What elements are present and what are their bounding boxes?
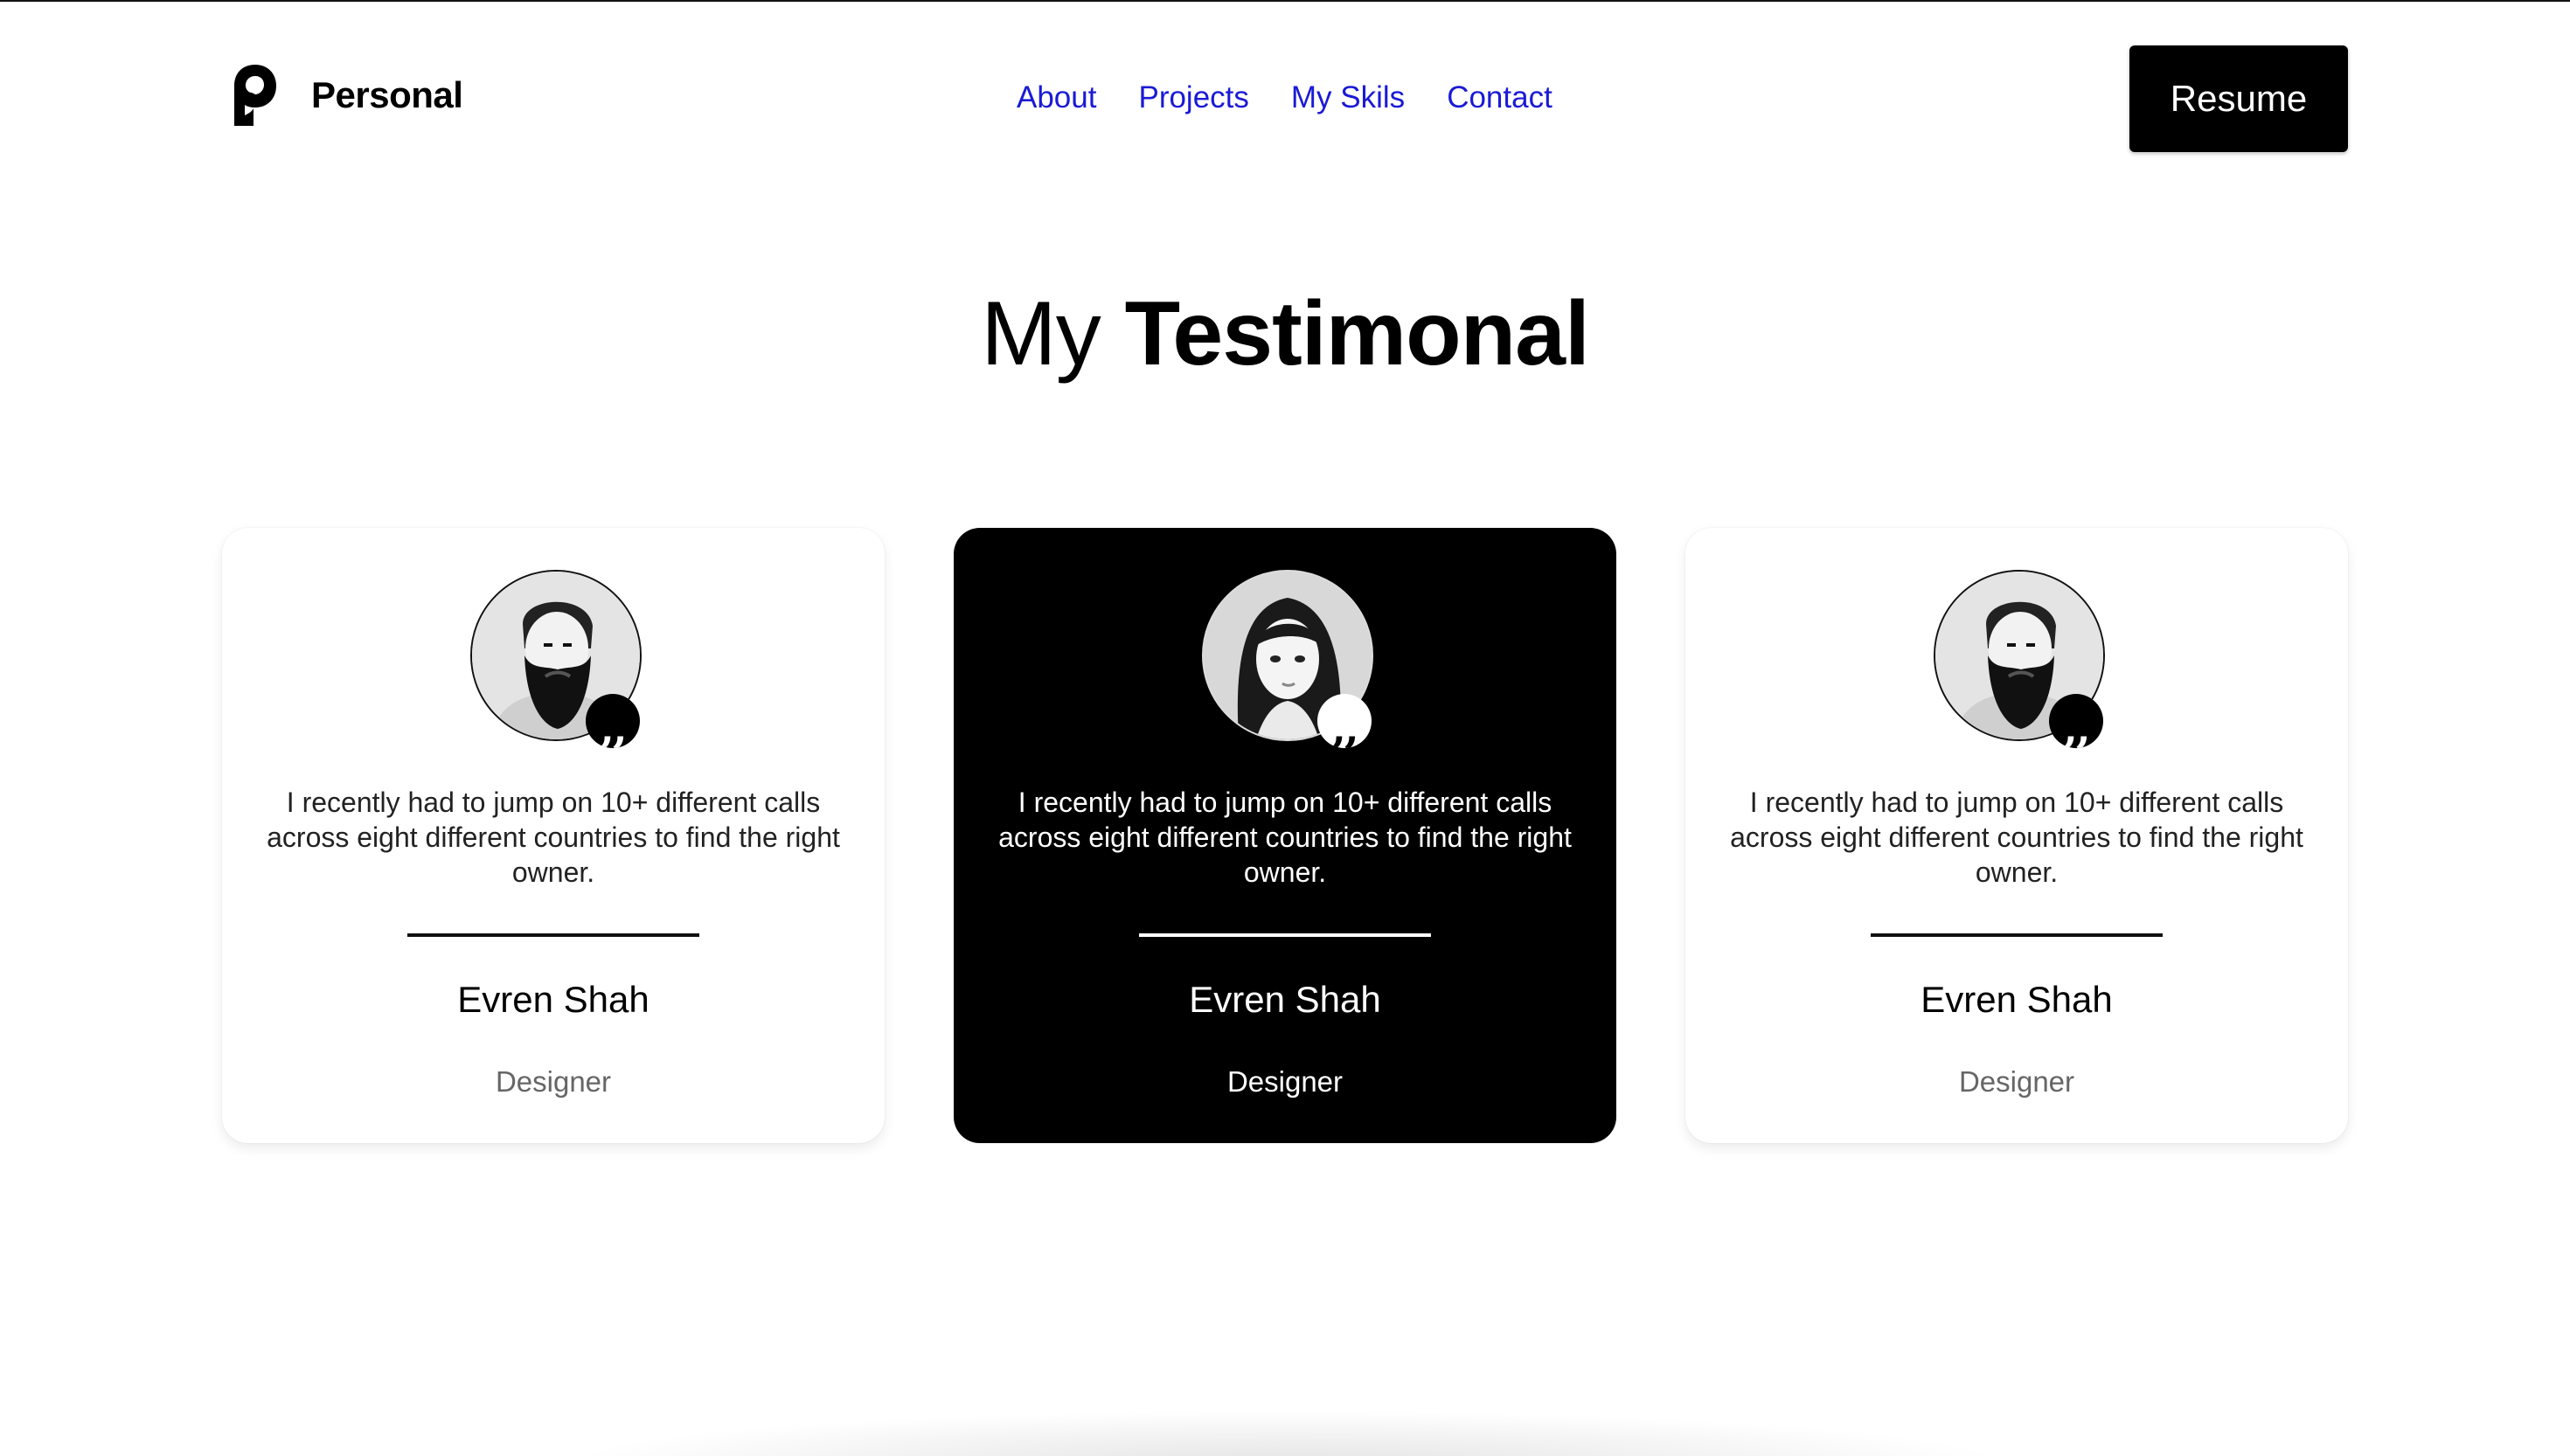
p-logo-icon (234, 65, 276, 126)
avatar-wrapper: ,, (1934, 570, 2105, 748)
resume-button[interactable]: Resume (2129, 45, 2348, 152)
nav-link-contact[interactable]: Contact (1447, 77, 1552, 119)
nav-link-projects[interactable]: Projects (1138, 77, 1248, 119)
divider (1871, 933, 2163, 937)
divider (1139, 933, 1431, 937)
testimonial-quote: I recently had to jump on 10+ different … (267, 787, 840, 888)
testimonial-quote: I recently had to jump on 10+ different … (1730, 787, 2303, 888)
section-title-regular: My (981, 283, 1101, 385)
testimonial-name: Evren Shah (1189, 979, 1381, 1020)
brand-logo-link[interactable]: Personal (233, 63, 463, 128)
page: Personal About Projects My Skils Contact… (0, 0, 2570, 1456)
testimonial-role: Designer (1958, 1065, 2075, 1098)
main-nav: About Projects My Skils Contact (1017, 77, 1552, 119)
nav-link-my-skils[interactable]: My Skils (1291, 77, 1405, 119)
section-title: My Testimonal (0, 280, 2570, 388)
testimonial-quote: I recently had to jump on 10+ different … (998, 787, 1572, 888)
quote-icon: ,, (586, 694, 640, 748)
testimonial-name: Evren Shah (1921, 979, 2113, 1020)
testimonial-name: Evren Shah (457, 979, 649, 1020)
divider (407, 933, 699, 937)
avatar-wrapper: ,, (470, 570, 642, 748)
brand-name: Personal (311, 74, 463, 115)
testimonial-card: ,, I recently had to jump on 10+ differe… (1685, 528, 2348, 1143)
quote-icon: ,, (1317, 694, 1372, 748)
testimonial-card: ,, I recently had to jump on 10+ differe… (222, 528, 885, 1143)
section-title-bold: Testimonal (1124, 283, 1590, 385)
avatar-wrapper: ,, (1202, 570, 1373, 748)
nav-link-about[interactable]: About (1017, 77, 1096, 119)
testimonial-card-featured: ,, I recently had to jump on 10+ differe… (954, 528, 1616, 1143)
bottom-shadow-decoration (559, 1411, 2011, 1456)
quote-icon: ,, (2049, 694, 2103, 748)
testimonial-role: Designer (495, 1065, 612, 1098)
testimonial-role: Designer (1226, 1065, 1344, 1098)
